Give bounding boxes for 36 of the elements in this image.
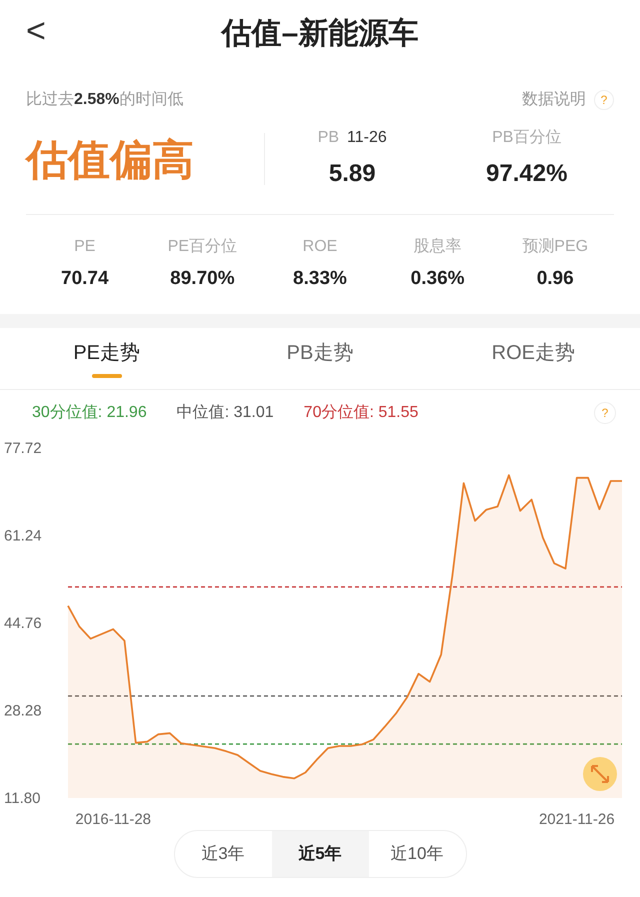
range-tab[interactable]: 近10年: [368, 830, 466, 876]
metric-value: 70.74: [61, 267, 109, 291]
expand-icon[interactable]: [583, 756, 617, 790]
range-tab[interactable]: 近5年: [272, 830, 368, 876]
range-tab[interactable]: 近3年: [174, 830, 272, 876]
pb-date: 11-26: [347, 128, 387, 148]
metric-label: 预测PEG: [522, 237, 588, 257]
metric-label: 股息率: [414, 236, 462, 257]
x-axis-label: 2021-11-26: [538, 810, 615, 828]
trend-tab[interactable]: PB走势: [213, 328, 427, 388]
back-button[interactable]: <: [26, 14, 46, 48]
pb-percentile-label: PB百分位: [492, 128, 562, 148]
x-axis-label: 2016-11-28: [75, 810, 152, 828]
percentile-note: 比过去2.58%的时间低: [26, 90, 184, 110]
pb-value: 5.89: [328, 159, 376, 189]
y-axis-label: 44.76: [4, 614, 42, 632]
page-title: 估值–新能源车: [222, 16, 418, 52]
y-axis-label: 61.24: [4, 527, 42, 544]
y-axis-label: 11.80: [4, 790, 40, 806]
metric-label: ROE: [302, 237, 338, 257]
pb-label: PB: [318, 128, 340, 148]
metric-label: PE百分位: [168, 237, 238, 257]
y-axis-label: 28.28: [4, 702, 42, 719]
valuation-verdict: 估值偏高: [26, 134, 195, 184]
percentile-legend: 30分位值: 21.96: [32, 400, 147, 424]
metric-label: PE: [74, 237, 96, 257]
trend-tab[interactable]: ROE走势: [426, 328, 640, 388]
percentile-legend: 70分位值: 51.55: [304, 400, 418, 424]
metric-value: 0.96: [536, 267, 574, 291]
metric-value: 89.70%: [170, 267, 235, 291]
metric-value: 8.33%: [293, 267, 347, 291]
percentile-legend: 中位值: 31.01: [176, 400, 274, 424]
trend-tab[interactable]: PE走势: [0, 328, 214, 388]
y-axis-label: 77.72: [4, 440, 42, 456]
pb-percentile-value: 97.42%: [486, 159, 568, 189]
metric-value: 0.36%: [410, 267, 465, 291]
